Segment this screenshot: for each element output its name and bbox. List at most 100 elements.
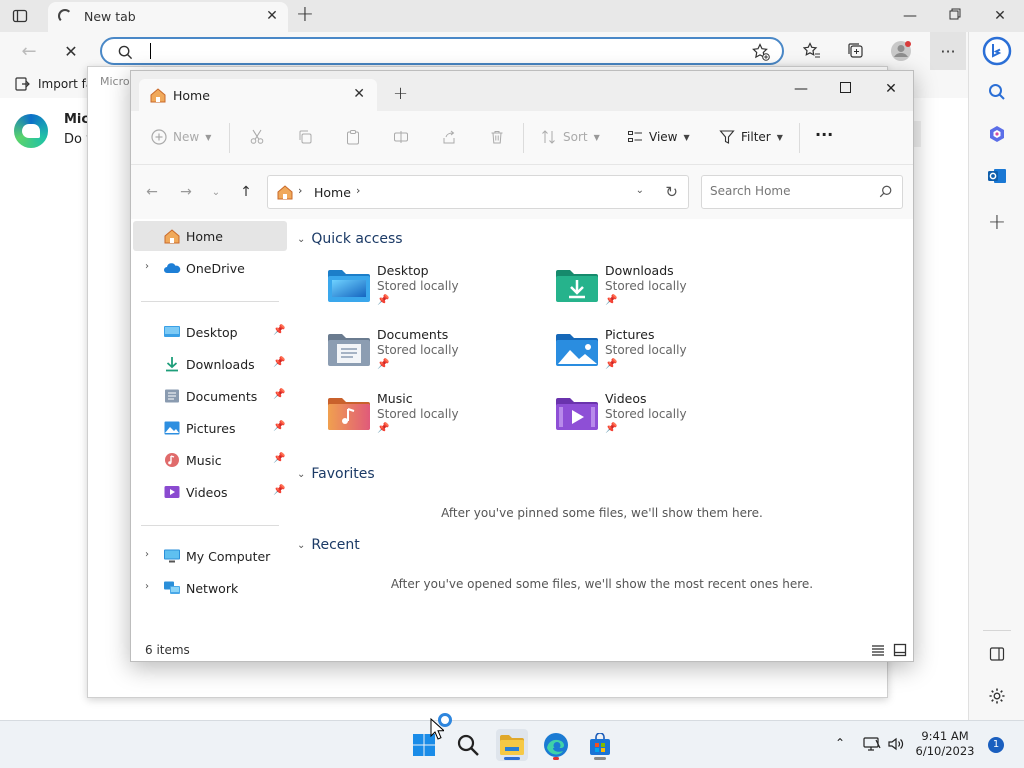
volume-button[interactable] xyxy=(886,735,906,753)
network-status-icon xyxy=(863,737,881,751)
nav-up-button[interactable]: ↑ xyxy=(237,183,255,201)
favorites-header[interactable]: ⌄ Favorites xyxy=(297,466,375,482)
avatar-icon xyxy=(891,41,911,61)
minimize-button[interactable]: — xyxy=(900,6,920,26)
home-icon xyxy=(164,229,180,244)
quick-access-downloads[interactable]: Downloads Stored locally 📌 xyxy=(555,263,755,323)
details-view-icon[interactable] xyxy=(871,643,885,657)
nav-item-downloads[interactable]: Downloads 📌 xyxy=(133,349,287,379)
address-bar[interactable] xyxy=(100,37,784,65)
quick-access-music[interactable]: Music Stored locally 📌 xyxy=(327,391,527,451)
taskbar-store[interactable] xyxy=(584,729,616,761)
collections-button[interactable] xyxy=(845,40,867,62)
favorites-button[interactable] xyxy=(801,40,823,62)
quick-access-documents[interactable]: Documents Stored locally 📌 xyxy=(327,327,527,387)
explorer-close-button[interactable]: ✕ xyxy=(881,79,901,99)
nav-item-home[interactable]: Home xyxy=(133,221,287,251)
address-breadcrumb[interactable]: › Home › ⌄ ↻ xyxy=(267,175,689,209)
new-button[interactable]: New ▼ xyxy=(151,129,211,145)
pin-icon: 📌 xyxy=(377,423,390,434)
sidebar-divider xyxy=(983,630,1011,631)
favorites-title: Favorites xyxy=(311,466,375,482)
filter-button[interactable]: Filter ▼ xyxy=(719,129,783,145)
quick-access-status: Stored locally xyxy=(605,407,687,421)
quick-access-name: Pictures xyxy=(605,327,655,342)
sort-icon xyxy=(542,130,555,144)
add-favorite-icon[interactable] xyxy=(752,43,770,61)
explorer-minimize-button[interactable]: — xyxy=(791,79,811,99)
pin-icon: 📌 xyxy=(605,295,618,306)
copy-button[interactable] xyxy=(297,129,313,145)
import-favorites-button[interactable]: Import fa xyxy=(14,76,93,92)
clock-time: 9:41 AM xyxy=(921,729,969,743)
nav-item-desktop[interactable]: Desktop 📌 xyxy=(133,317,287,347)
delete-button[interactable] xyxy=(489,129,505,145)
explorer-tab-home[interactable]: Home ✕ xyxy=(139,79,377,111)
taskbar-edge[interactable] xyxy=(540,729,572,761)
breadcrumb-home[interactable]: Home xyxy=(314,185,351,200)
quick-access-pictures[interactable]: Pictures Stored locally 📌 xyxy=(555,327,755,387)
explorer-maximize-button[interactable] xyxy=(835,79,855,99)
taskbar-clock[interactable]: 9:41 AM 6/10/2023 xyxy=(912,729,978,759)
nav-item-network[interactable]: › Network xyxy=(133,573,287,603)
breadcrumb-separator[interactable]: › xyxy=(356,184,360,197)
sidebar-search-button[interactable] xyxy=(985,80,1009,104)
paste-button[interactable] xyxy=(345,129,361,145)
address-dropdown-button[interactable]: ⌄ xyxy=(636,185,644,196)
browser-tab[interactable]: New tab ✕ xyxy=(48,2,288,32)
expand-chevron-icon[interactable]: › xyxy=(145,549,149,560)
tiles-view-icon[interactable] xyxy=(893,643,907,657)
nav-forward-button[interactable]: → xyxy=(177,183,195,201)
nav-item-my-computer[interactable]: › My Computer xyxy=(133,541,287,571)
nav-item-pictures[interactable]: Pictures 📌 xyxy=(133,413,287,443)
recent-locations-button[interactable]: ⌄ xyxy=(207,183,225,201)
expand-chevron-icon[interactable]: › xyxy=(145,261,149,272)
outlook-button[interactable] xyxy=(985,164,1009,188)
search-input[interactable] xyxy=(710,184,870,198)
breadcrumb-separator[interactable]: › xyxy=(298,184,302,197)
sidebar-settings-button[interactable] xyxy=(985,684,1009,708)
sort-button[interactable]: Sort ▼ xyxy=(541,129,600,145)
restore-button[interactable] xyxy=(945,6,965,26)
quick-access-header[interactable]: ⌄ Quick access xyxy=(297,231,403,247)
paste-icon xyxy=(347,130,359,145)
show-hidden-icons-button[interactable]: ⌃ xyxy=(832,735,848,751)
settings-and-more-button[interactable]: ··· xyxy=(930,32,966,70)
nav-item-label: Desktop xyxy=(186,325,238,340)
view-button[interactable]: View ▼ xyxy=(627,129,690,145)
network-status-button[interactable] xyxy=(862,735,882,753)
nav-item-music[interactable]: Music 📌 xyxy=(133,445,287,475)
taskbar-search-button[interactable] xyxy=(452,729,484,761)
quick-access-videos[interactable]: Videos Stored locally 📌 xyxy=(555,391,755,451)
nav-item-onedrive[interactable]: › OneDrive xyxy=(133,253,287,283)
close-explorer-tab-button[interactable]: ✕ xyxy=(353,86,365,102)
expand-chevron-icon[interactable]: › xyxy=(145,581,149,592)
refresh-button[interactable]: ↻ xyxy=(665,183,678,201)
share-button[interactable] xyxy=(441,129,457,145)
tab-actions-button[interactable] xyxy=(10,6,30,26)
collapse-chevron-icon: ⌄ xyxy=(297,468,306,480)
quick-access-desktop[interactable]: Desktop Stored locally 📌 xyxy=(327,263,527,323)
nav-back-button[interactable]: ← xyxy=(143,183,161,201)
new-tab-button[interactable]: + xyxy=(294,4,316,27)
cut-button[interactable] xyxy=(249,129,265,145)
close-tab-button[interactable]: ✕ xyxy=(264,8,280,24)
recent-header[interactable]: ⌄ Recent xyxy=(297,537,360,553)
taskbar-file-explorer[interactable] xyxy=(496,729,528,761)
close-window-button[interactable]: ✕ xyxy=(990,6,1010,26)
more-options-button[interactable]: ··· xyxy=(815,125,833,144)
hide-sidebar-button[interactable] xyxy=(985,642,1009,666)
search-box[interactable] xyxy=(701,175,903,209)
nav-item-videos[interactable]: Videos 📌 xyxy=(133,477,287,507)
profile-button[interactable] xyxy=(890,40,912,62)
add-sidebar-app-button[interactable]: + xyxy=(985,210,1009,235)
quick-access-title: Quick access xyxy=(311,231,403,247)
stop-loading-button[interactable]: ✕ xyxy=(60,40,82,62)
office-button[interactable] xyxy=(985,122,1009,146)
rename-button[interactable] xyxy=(393,129,409,145)
back-button[interactable]: ← xyxy=(18,40,40,62)
nav-item-documents[interactable]: Documents 📌 xyxy=(133,381,287,411)
bing-chat-button[interactable] xyxy=(982,36,1012,66)
explorer-new-tab-button[interactable]: + xyxy=(393,83,408,104)
notification-badge[interactable]: 1 xyxy=(988,737,1004,753)
